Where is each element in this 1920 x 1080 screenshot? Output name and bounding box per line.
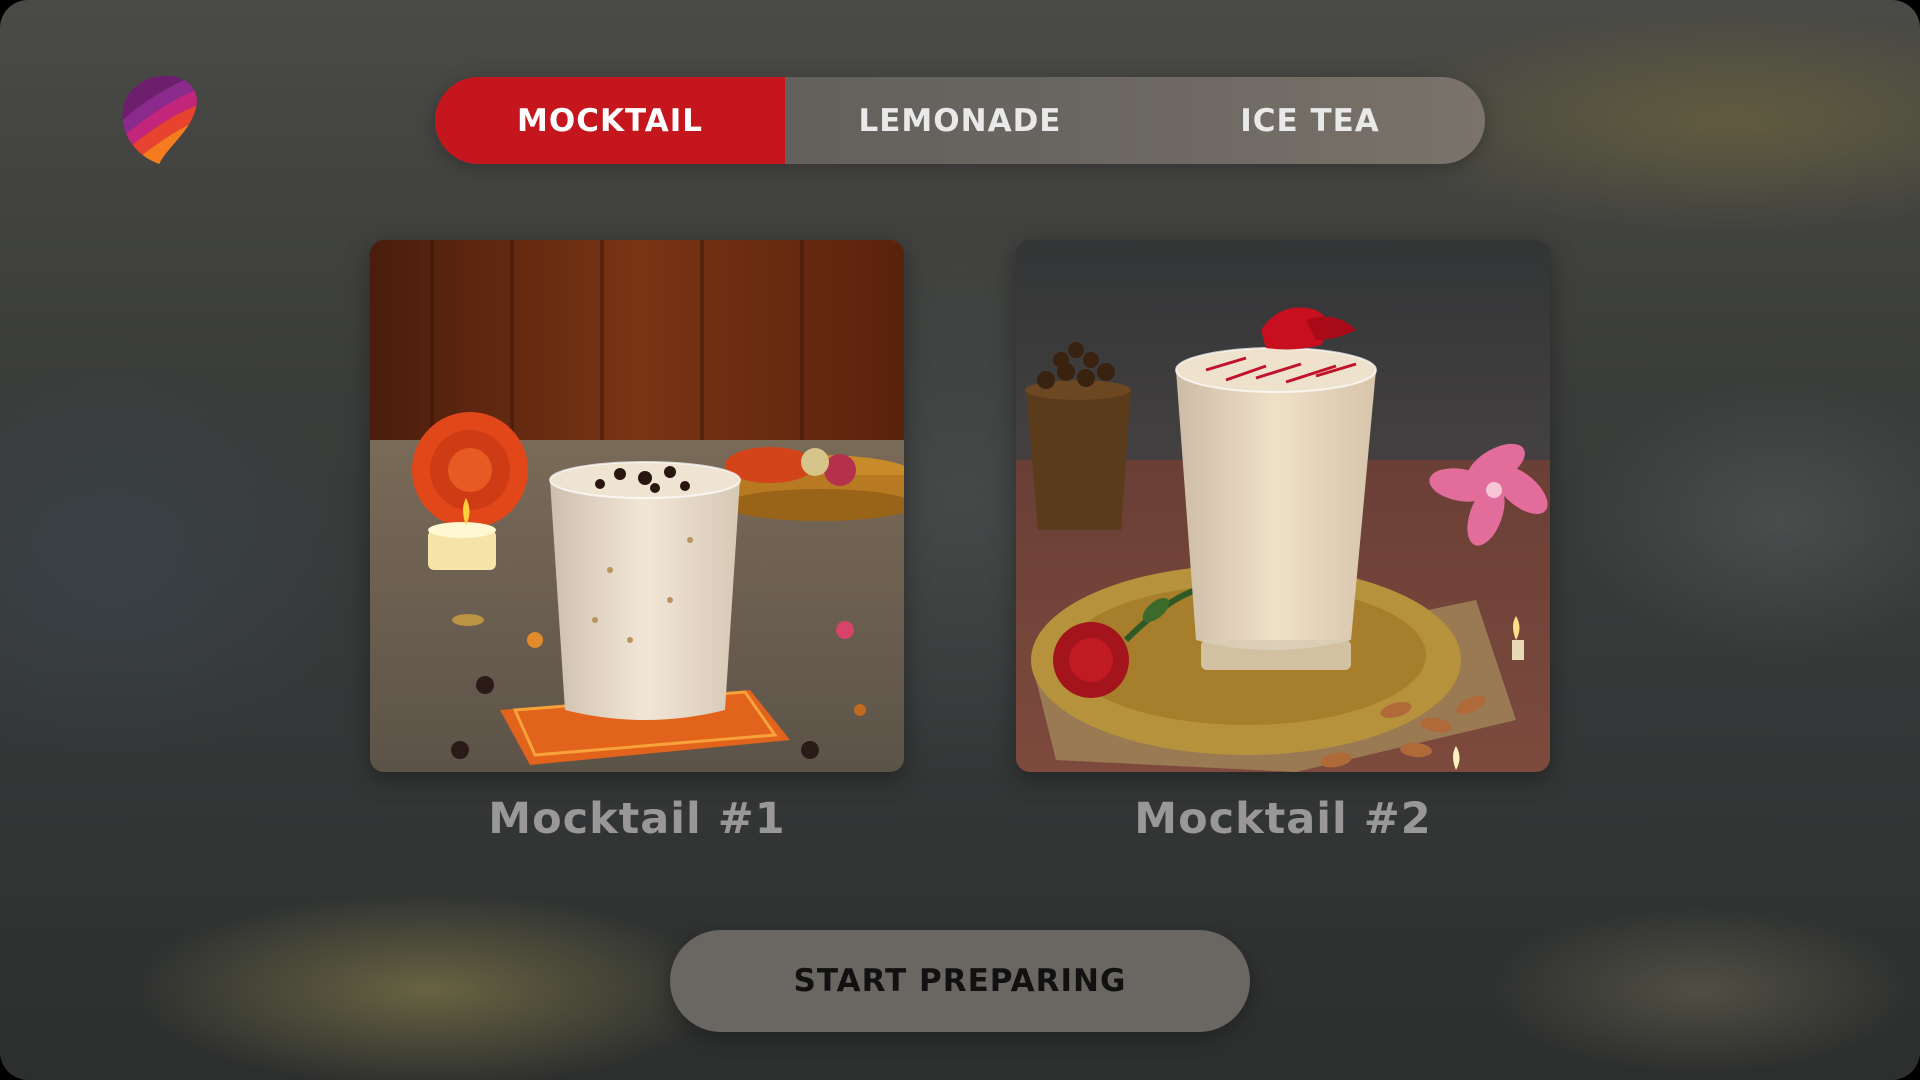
- mocktail-1-photo[interactable]: [370, 240, 904, 772]
- start-preparing-label: START PREPARING: [793, 963, 1127, 999]
- category-tabs: MOCKTAIL LEMONADE ICE TEA: [435, 77, 1485, 164]
- tab-mocktail[interactable]: MOCKTAIL: [435, 77, 785, 164]
- app-screen: MOCKTAIL LEMONADE ICE TEA Mocktail #1 Mo…: [0, 0, 1920, 1080]
- tab-ice-tea[interactable]: ICE TEA: [1135, 77, 1485, 164]
- start-preparing-button[interactable]: START PREPARING: [670, 930, 1250, 1032]
- drink-card-2[interactable]: Mocktail #2: [1016, 240, 1550, 844]
- drink-name: Mocktail #1: [488, 794, 786, 844]
- tab-lemonade[interactable]: LEMONADE: [785, 77, 1135, 164]
- drink-card-1[interactable]: Mocktail #1: [370, 240, 904, 844]
- mocktail-2-photo[interactable]: [1016, 240, 1550, 772]
- brand-logo: [122, 75, 197, 164]
- drink-name: Mocktail #2: [1134, 794, 1432, 844]
